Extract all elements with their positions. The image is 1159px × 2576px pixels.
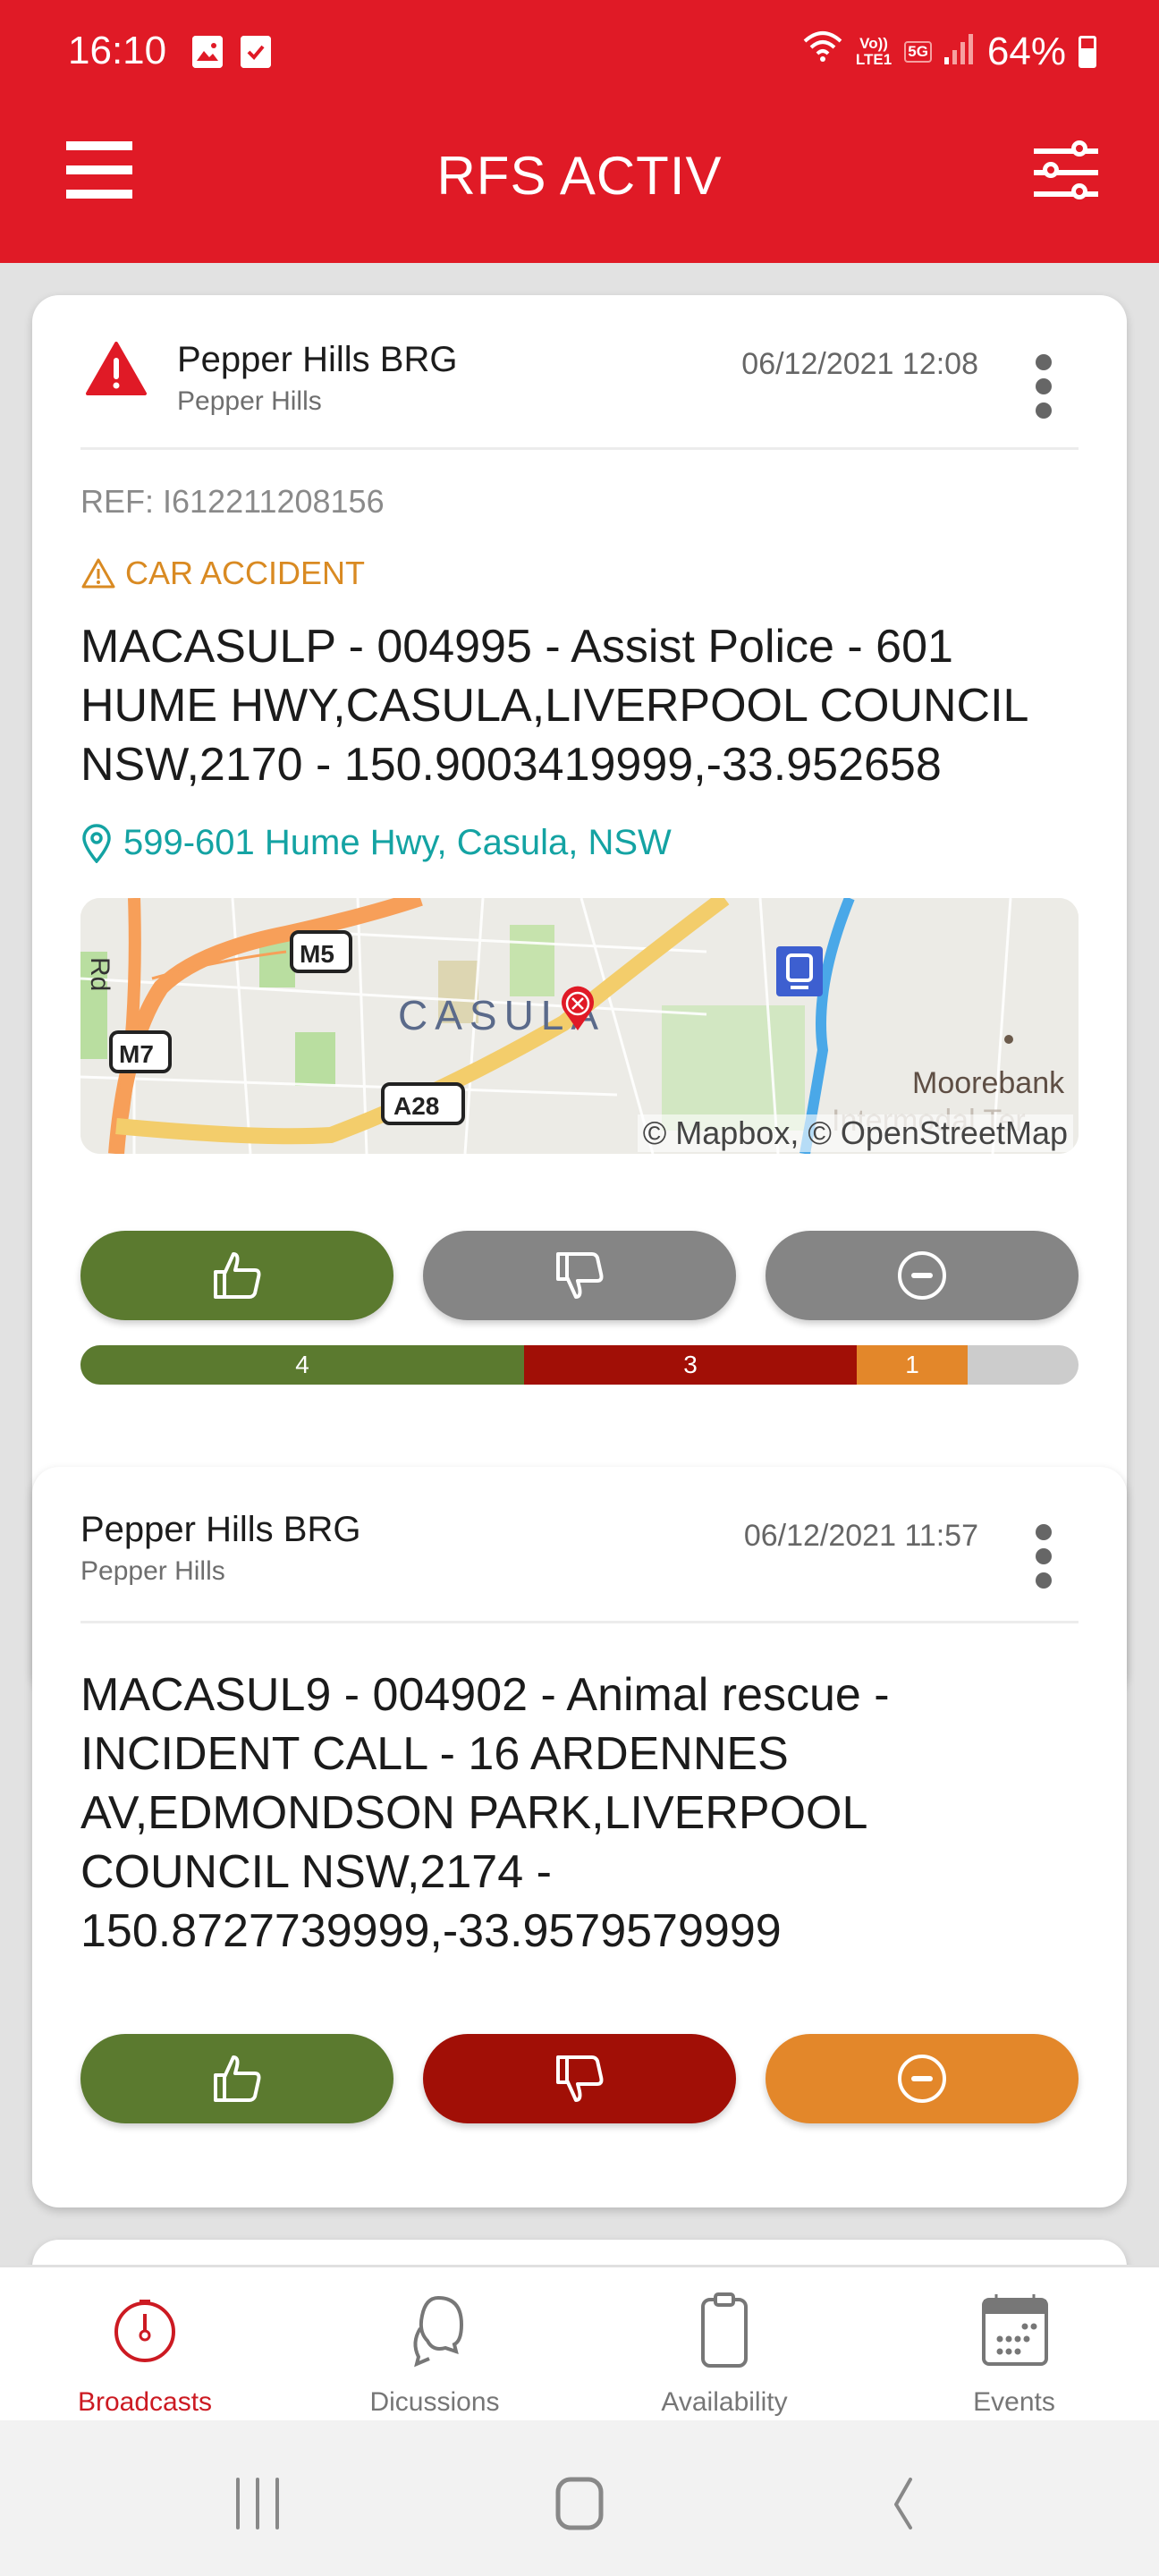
wifi-icon bbox=[802, 29, 843, 74]
sender-brigade: Pepper Hills bbox=[177, 386, 322, 416]
recent-apps-icon[interactable] bbox=[222, 2474, 293, 2533]
accept-button[interactable] bbox=[80, 2034, 393, 2123]
neutral-button[interactable] bbox=[766, 1231, 1079, 1320]
road-shield-m5: M5 bbox=[290, 930, 352, 973]
train-station-icon bbox=[776, 946, 823, 996]
nav-events[interactable]: Events bbox=[869, 2267, 1159, 2420]
thumbs-down-icon bbox=[556, 2055, 604, 2102]
calendar-icon bbox=[982, 2294, 1048, 2366]
nav-broadcasts[interactable]: Broadcasts bbox=[0, 2267, 290, 2420]
nav-label: Dicussions bbox=[369, 2387, 500, 2417]
nav-availability[interactable]: Availability bbox=[580, 2267, 869, 2420]
nav-label: Events bbox=[973, 2387, 1055, 2417]
thumbs-down-icon bbox=[556, 1252, 604, 1299]
reference-number: REF: I612211208156 bbox=[80, 483, 385, 520]
broadcast-message: MACASULP - 004995 - Assist Police - 601 … bbox=[80, 621, 1028, 791]
battery-percent: 64% bbox=[986, 29, 1066, 73]
home-icon[interactable] bbox=[544, 2474, 615, 2533]
broadcast-card[interactable]: Pepper Hills BRG Pepper Hills 06/12/2021… bbox=[32, 1467, 1127, 2207]
svg-text:M5: M5 bbox=[300, 940, 334, 968]
warning-outline-icon bbox=[81, 558, 115, 589]
accept-count: 4 bbox=[295, 1351, 309, 1378]
clipboard-icon bbox=[701, 2292, 748, 2368]
decline-count: 3 bbox=[683, 1351, 698, 1378]
status-time: 16:10 bbox=[68, 29, 167, 72]
category-text: CAR ACCIDENT bbox=[125, 555, 366, 591]
app-bar: RFS ACTIV bbox=[0, 98, 1159, 263]
more-options-icon[interactable] bbox=[1036, 354, 1053, 426]
card-header: Pepper Hills BRG Pepper Hills 06/12/2021… bbox=[32, 1467, 1127, 1619]
signal-icon bbox=[943, 30, 975, 74]
nav-discussions[interactable]: Dicussions bbox=[290, 2267, 580, 2420]
broadcast-card-partial[interactable] bbox=[32, 2240, 1127, 2265]
decline-button[interactable] bbox=[423, 1231, 736, 1320]
broadcast-message: MACASUL9 - 004902 - Animal rescue - INCI… bbox=[80, 1669, 890, 1957]
system-navigation-bar bbox=[0, 2420, 1159, 2576]
address-link[interactable]: 599-601 Hume Hwy, Casula, NSW bbox=[80, 823, 672, 863]
divider bbox=[80, 447, 1079, 450]
decline-button[interactable] bbox=[423, 2034, 736, 2123]
broadcast-feed[interactable]: Pepper Hills BRG Pepper Hills 06/12/2021… bbox=[0, 263, 1159, 2265]
network-type: 5G bbox=[904, 40, 932, 63]
card-header: Pepper Hills BRG Pepper Hills 06/12/2021… bbox=[32, 295, 1127, 447]
map-attribution[interactable]: © Mapbox, © OpenStreetMap bbox=[637, 1114, 1073, 1152]
road-shield-m7: M7 bbox=[109, 1030, 172, 1073]
chat-bubbles-icon bbox=[413, 2295, 464, 2368]
category-label: CAR ACCIDENT bbox=[80, 555, 365, 592]
address-text: 599-601 Hume Hwy, Casula, NSW bbox=[123, 823, 672, 862]
progress-accept-segment: 4 bbox=[80, 1345, 524, 1385]
minus-circle-icon bbox=[898, 1251, 946, 1300]
map-area-label: Moorebank bbox=[912, 1066, 1065, 1100]
incident-map[interactable]: CASULA M5 M7 A28 Moorebank Intermodal Te… bbox=[80, 898, 1079, 1154]
thumbs-up-icon bbox=[214, 2055, 261, 2102]
sender-brigade: Pepper Hills bbox=[80, 1556, 225, 1586]
filter-sliders-icon[interactable] bbox=[1034, 140, 1098, 202]
broadcast-timer-icon bbox=[114, 2300, 175, 2362]
back-icon[interactable] bbox=[869, 2474, 941, 2533]
timestamp: 06/12/2021 11:57 bbox=[743, 1519, 978, 1553]
accept-button[interactable] bbox=[80, 1231, 393, 1320]
road-shield-a28: A28 bbox=[381, 1082, 465, 1125]
alert-triangle-icon bbox=[86, 342, 147, 395]
bottom-navigation: Broadcasts Dicussions Availability Event… bbox=[0, 2265, 1159, 2420]
response-buttons bbox=[80, 2034, 1079, 2123]
neutral-count: 1 bbox=[905, 1351, 919, 1378]
timestamp: 06/12/2021 12:08 bbox=[741, 347, 978, 381]
progress-neutral-segment: 1 bbox=[857, 1345, 968, 1385]
app-title: RFS ACTIV bbox=[436, 146, 723, 206]
volte-indicator: Vo)) LTE1 bbox=[855, 34, 893, 68]
svg-text:A28: A28 bbox=[393, 1092, 439, 1120]
battery-icon bbox=[1079, 35, 1096, 68]
nav-label: Broadcasts bbox=[77, 2387, 213, 2417]
progress-decline-segment: 3 bbox=[524, 1345, 857, 1385]
svg-text:M7: M7 bbox=[119, 1040, 154, 1068]
nav-label: Availability bbox=[661, 2387, 788, 2417]
response-buttons bbox=[80, 1231, 1079, 1320]
neutral-button[interactable] bbox=[766, 2034, 1079, 2123]
minus-circle-icon bbox=[898, 2055, 946, 2103]
response-progress-bar: 4 3 1 bbox=[80, 1345, 1079, 1385]
divider bbox=[80, 1621, 1079, 1623]
thumbs-up-icon bbox=[214, 1252, 261, 1299]
status-bar: 16:10 Vo)) LTE1 5G 64% bbox=[0, 0, 1159, 98]
sender-name: Pepper Hills BRG bbox=[177, 340, 458, 379]
sender-name: Pepper Hills BRG bbox=[80, 1510, 361, 1549]
location-pin-icon bbox=[82, 823, 111, 863]
gallery-icon bbox=[192, 36, 223, 68]
more-options-icon[interactable] bbox=[1036, 1524, 1053, 1596]
checkbox-icon bbox=[241, 36, 271, 68]
map-road-label: Rd bbox=[85, 957, 114, 991]
